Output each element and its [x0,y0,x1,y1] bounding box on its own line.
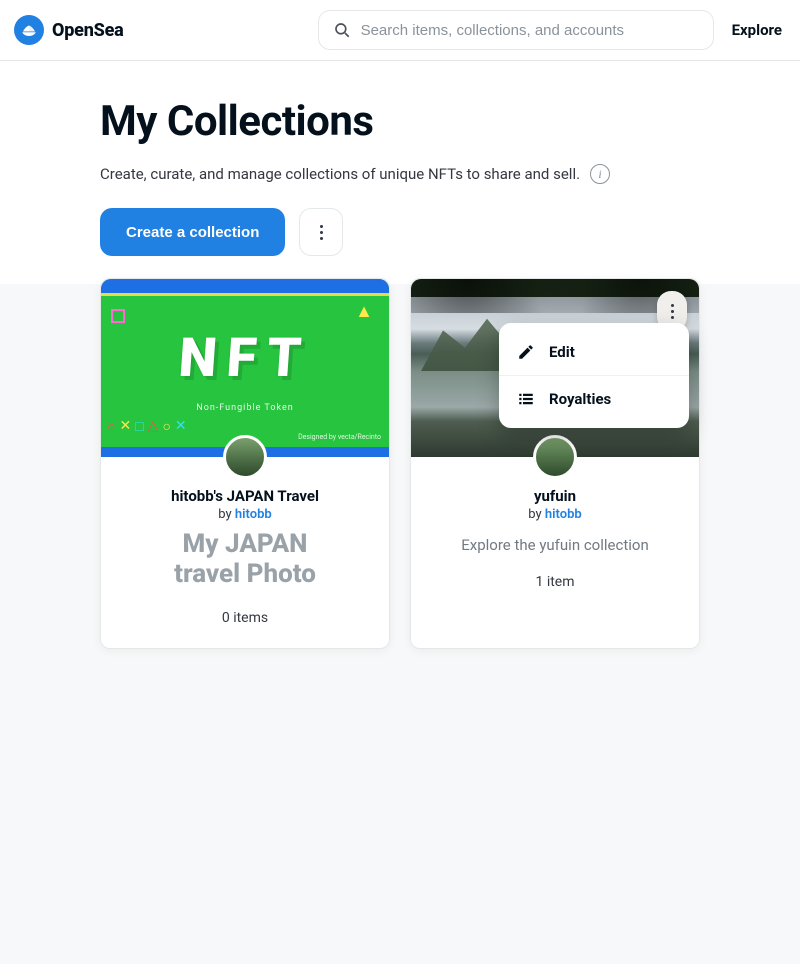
subtitle-row: Create, curate, and manage collections o… [100,164,700,184]
collection-card[interactable]: Edit Royalties yufuin by hitobb Explo [410,278,700,649]
collection-author: by hitobb [115,507,375,522]
pencil-icon [517,343,535,361]
collection-body: hitobb's JAPAN Travel by hitobb My JAPAN… [101,457,389,648]
brand-logo[interactable]: OpenSea [14,15,124,45]
content-header: My Collections Create, curate, and manag… [0,61,800,256]
kebab-icon [320,225,323,240]
actions-row: Create a collection [100,208,700,256]
banner-headline: NFT [101,327,389,390]
collection-description: My JAPAN travel Photo [115,530,375,590]
collection-avatar [223,435,267,479]
collection-card[interactable]: ▲ NFT Non-Fungible Token ○✕□△ ○✕ Designe… [100,278,390,649]
explore-link[interactable]: Explore [728,21,786,39]
author-link[interactable]: hitobb [545,507,582,522]
search-icon [333,21,351,39]
banner-subtext: Non-Fungible Token [101,403,389,413]
menu-item-royalties[interactable]: Royalties [499,376,689,422]
collection-title: hitobb's JAPAN Travel [115,487,375,505]
collection-avatar [533,435,577,479]
search-bar[interactable] [318,10,714,50]
collection-actions-more-button[interactable] [299,208,343,256]
info-icon[interactable]: i [590,164,610,184]
app-header: OpenSea Explore [0,0,800,61]
collection-author: by hitobb [425,507,685,522]
search-input[interactable] [361,22,699,39]
create-collection-button[interactable]: Create a collection [100,208,285,256]
kebab-icon [671,304,674,319]
author-link[interactable]: hitobb [235,507,272,522]
collection-title: yufuin [425,487,685,505]
brand-name: OpenSea [52,20,124,41]
collection-item-count: 0 items [115,610,375,632]
collection-body: yufuin by hitobb Explore the yufuin coll… [411,457,699,612]
collections-grid-area: ▲ NFT Non-Fungible Token ○✕□△ ○✕ Designe… [0,284,800,964]
page-subtitle: Create, curate, and manage collections o… [100,165,580,183]
collection-description: Explore the yufuin collection [425,536,685,554]
collections-grid: ▲ NFT Non-Fungible Token ○✕□△ ○✕ Designe… [100,278,700,649]
page-title: My Collections [100,97,700,146]
collection-card-menu: Edit Royalties [499,323,689,428]
ship-icon [14,15,44,45]
collection-banner: ▲ NFT Non-Fungible Token ○✕□△ ○✕ Designe… [101,279,389,457]
banner-credit: Designed by vecta/Recinto [298,433,381,441]
collection-item-count: 1 item [425,574,685,596]
list-icon [517,390,535,408]
menu-item-edit[interactable]: Edit [499,329,689,376]
